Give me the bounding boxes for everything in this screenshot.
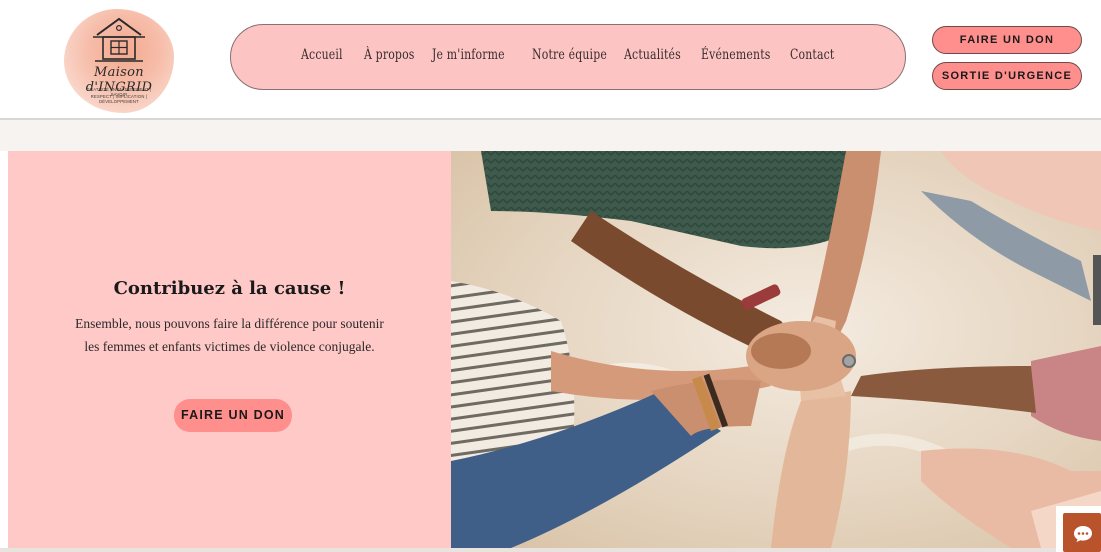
site-logo[interactable]: Maison d'INGRID GRATUITÉ | NON JUGEMENT … (64, 9, 174, 113)
house-icon (93, 17, 145, 62)
nav-item-evenements[interactable]: Événements (701, 47, 771, 63)
logo-tagline-2: RESPECT | IMPLICATION | DÉVELOPPEMENT (90, 94, 148, 104)
donate-button[interactable]: FAIRE UN DON (932, 26, 1082, 54)
nav-item-a-propos[interactable]: À propos (364, 47, 415, 63)
emergency-exit-button[interactable]: SORTIE D'URGENCE (932, 62, 1082, 90)
chat-widget-button[interactable] (1056, 506, 1101, 552)
nav-item-contact[interactable]: Contact (790, 47, 834, 63)
hero-section: Contribuez à la cause ! Ensemble, nous p… (0, 151, 1101, 552)
hero-text-panel: Contribuez à la cause ! Ensemble, nous p… (8, 151, 451, 548)
scroll-handle[interactable] (1093, 255, 1101, 325)
hero-photo-hands-together (451, 151, 1101, 548)
hero-description: Ensemble, nous pouvons faire la différen… (75, 316, 384, 354)
hero-title: Contribuez à la cause ! (113, 278, 346, 299)
footer-edge-line (0, 548, 1101, 552)
header-divider-band (0, 118, 1101, 151)
site-header: Maison d'INGRID GRATUITÉ | NON JUGEMENT … (0, 0, 1101, 118)
nav-item-accueil[interactable]: Accueil (301, 47, 343, 63)
nav-item-notre-equipe[interactable]: Notre équipe (532, 47, 607, 63)
nav-item-actualites[interactable]: Actualités (624, 47, 681, 63)
hero-donate-button[interactable]: FAIRE UN DON (174, 399, 292, 432)
main-navigation: Accueil À propos Je m'informe Notre équi… (230, 24, 906, 90)
chat-bubble-icon (1074, 526, 1092, 542)
hands-photo-illustration (451, 151, 1101, 548)
nav-item-je-m-informe[interactable]: Je m'informe (432, 47, 505, 63)
